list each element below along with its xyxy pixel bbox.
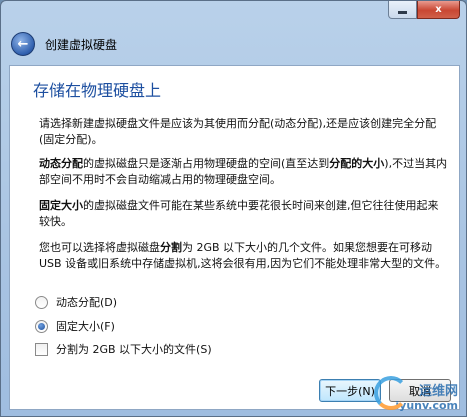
radio-dot-icon <box>38 322 45 330</box>
watermark-text-top: 运维网 <box>418 384 458 399</box>
description-intro: 请选择新建虚拟硬盘文件是应该为其使用而分配(动态分配),还是应该创建完全分配(固… <box>39 117 437 146</box>
radio-button-unselected[interactable] <box>35 295 48 309</box>
checkbox-split-label: 分割为 2GB 以下大小的文件(S) <box>56 343 212 356</box>
radio-button-selected[interactable] <box>35 319 48 333</box>
description-fixed: 固定大小的虚拟磁盘文件可能在某些系统中要花很长时间来创建,但它往往使用起来较快。 <box>39 199 439 228</box>
minimize-icon <box>398 10 407 14</box>
wizard-title: 创建虚拟硬盘 <box>45 37 118 52</box>
description-split: 您也可以选择将虚拟磁盘分割为 2GB 以下大小的几个文件。如果您想要在可移动 U… <box>39 241 447 270</box>
checkbox-unchecked[interactable] <box>35 342 48 356</box>
radio-fixed-label: 固定大小(F) <box>56 320 115 333</box>
arrow-left-icon: ← <box>17 36 29 52</box>
wizard-content-panel: 存储在物理硬盘上 请选择新建虚拟硬盘文件是应该为其使用而分配(动态分配),还是应… <box>9 65 460 410</box>
back-button[interactable]: ← <box>11 32 35 56</box>
page-heading: 存储在物理硬盘上 <box>33 81 162 100</box>
radio-fixed-size[interactable]: 固定大小(F) <box>35 318 115 334</box>
description-dynamic: 动态分配的虚拟磁盘只是逐渐占用物理硬盘的空间(直至达到分配的大小),不过当其内部… <box>39 157 448 186</box>
wizard-header: ← 创建虚拟硬盘 <box>7 29 460 59</box>
radio-dynamic-label: 动态分配(D) <box>56 296 118 309</box>
watermark-logo-icon <box>374 376 408 410</box>
site-watermark: 运维网 iyunv.com <box>366 372 458 412</box>
checkbox-split-files[interactable]: 分割为 2GB 以下大小的文件(S) <box>35 341 212 357</box>
wizard-window: x ← 创建虚拟硬盘 存储在物理硬盘上 请选择新建虚拟硬盘文件是应该为其使用而分… <box>0 0 467 417</box>
minimize-button[interactable] <box>388 1 417 19</box>
radio-dynamic-allocation[interactable]: 动态分配(D) <box>35 294 117 310</box>
window-controls: x <box>388 1 460 19</box>
close-icon: x <box>435 4 442 15</box>
close-button[interactable]: x <box>417 1 460 19</box>
